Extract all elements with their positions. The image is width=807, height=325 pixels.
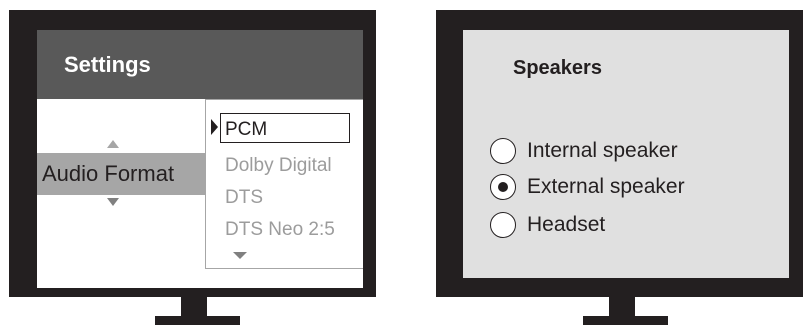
dropdown-scroll-down-icon[interactable] bbox=[233, 252, 247, 259]
speakers-screen: Speakers Internal speaker External speak… bbox=[463, 30, 789, 278]
monitor-2-stand-base bbox=[583, 316, 668, 325]
settings-screen: Settings Audio Format PCM Dolby Digital … bbox=[37, 30, 363, 288]
scroll-up-arrow-icon[interactable] bbox=[107, 140, 119, 148]
radio-label[interactable]: Internal speaker bbox=[527, 138, 678, 164]
audio-format-dropdown[interactable]: PCM Dolby Digital DTS DTS Neo 2:5 bbox=[205, 99, 363, 269]
radio-selected-dot-icon bbox=[498, 182, 508, 192]
settings-title: Settings bbox=[64, 52, 151, 77]
monitor-1-stand-base bbox=[155, 316, 240, 325]
dropdown-option-pcm[interactable]: PCM bbox=[225, 119, 267, 141]
radio-button[interactable] bbox=[490, 138, 516, 164]
audio-format-label[interactable]: Audio Format bbox=[42, 161, 174, 187]
dropdown-option-dolby-digital[interactable]: Dolby Digital bbox=[225, 155, 332, 177]
dropdown-option-dts[interactable]: DTS bbox=[225, 187, 263, 209]
radio-button[interactable] bbox=[490, 212, 516, 238]
speakers-title: Speakers bbox=[513, 57, 602, 79]
radio-button-selected[interactable] bbox=[490, 174, 516, 200]
radio-label[interactable]: Headset bbox=[527, 212, 605, 238]
selection-pointer-icon bbox=[211, 119, 218, 135]
settings-header: Settings bbox=[37, 30, 363, 99]
scroll-down-arrow-icon[interactable] bbox=[107, 198, 119, 206]
radio-label[interactable]: External speaker bbox=[527, 174, 685, 200]
dropdown-option-dts-neo[interactable]: DTS Neo 2:5 bbox=[225, 219, 335, 241]
